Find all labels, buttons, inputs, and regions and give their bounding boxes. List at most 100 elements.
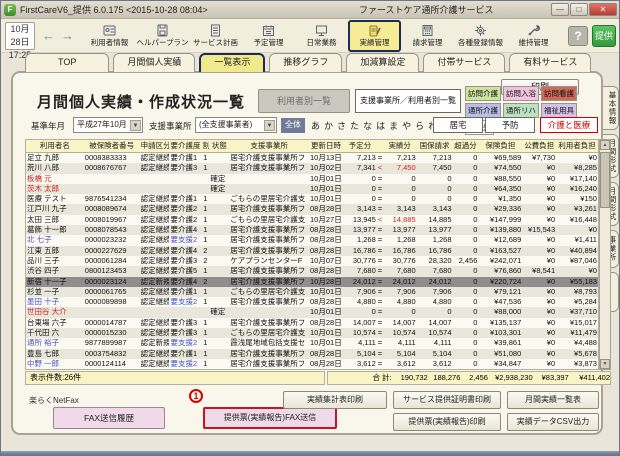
date-time-box: 10月28日 17:25 xyxy=(5,22,35,50)
tab-月間個人実績[interactable]: 月間個人実績 xyxy=(113,53,195,72)
cell-riyosha: ¥55,183 xyxy=(556,277,598,287)
gear-icon xyxy=(474,24,487,37)
scroll-up-icon[interactable]: ▲ xyxy=(600,140,610,150)
side-tab-基本情報[interactable]: 基本情報 xyxy=(602,86,619,130)
base-month-dropdown[interactable]: 平成27年10月 ▼ xyxy=(73,117,143,133)
kana-filter-か[interactable]: か xyxy=(324,119,333,132)
table-row-豊島七郎[interactable]: 豊島 七郎0003754832認定継続要介護11居宅介護支援事業所フ08月28日… xyxy=(26,349,598,359)
back-arrow-icon[interactable]: ← xyxy=(42,21,55,51)
kaigo-iryo-button[interactable]: 介護と医療 xyxy=(540,117,598,133)
kana-filter-や[interactable]: や xyxy=(402,119,411,132)
table-row-茨木太郎[interactable]: 茨木 太郎確定10月01日0=000¥64,350¥0¥16,240 xyxy=(26,184,598,194)
fax-history-button[interactable]: FAX送信履歴 xyxy=(53,407,165,429)
toolbar-button-日常業務[interactable]: 日常業務 xyxy=(295,20,348,52)
help-button[interactable]: ? xyxy=(568,26,588,46)
maximize-button[interactable]: □ xyxy=(570,3,588,16)
kana-filter-さ[interactable]: さ xyxy=(337,119,346,132)
yobo-button[interactable]: 予防 xyxy=(485,117,535,133)
cell-update: 10月01日 xyxy=(309,328,343,338)
cell-office: 居宅介護支援事業所フ xyxy=(229,359,309,369)
cell-kaigo: 要支援2 xyxy=(169,235,201,245)
table-row-台東場六子[interactable]: 台東場 六子0000014787認定継続要介護31居宅介護支援事業所フ08月28… xyxy=(26,318,598,328)
table-row-医療テスト[interactable]: 医療 テスト9876541234認定継続要介護11ごもらの里居宅介護支10月01… xyxy=(26,194,598,204)
fax-send-report-button[interactable]: 提供票(実績報告)FAX送信 xyxy=(203,407,337,429)
table-row-杉並一子[interactable]: 杉並 一子0000061765認定継続要介護11ごもらの里居宅介護支10月01日… xyxy=(26,287,598,297)
table-row-世田谷大介[interactable]: 世田谷 大介確定10月01日0=000¥88,000¥0¥37,710 xyxy=(26,307,598,317)
close-button[interactable]: ✕ xyxy=(589,3,617,16)
column-header-要介護度: 要介護度 xyxy=(169,140,201,152)
table-row-中野一郎[interactable]: 中野 一郎0000124114認定継続要支援21居宅介護支援事業所フ08月28日… xyxy=(26,359,598,369)
kana-filter-あ[interactable]: あ xyxy=(311,119,320,132)
toolbar-button-サービス計画[interactable]: サービス計画 xyxy=(189,20,242,52)
print-summary-button[interactable]: 実績集計表印刷 xyxy=(283,391,387,409)
scroll-down-icon[interactable]: ▼ xyxy=(600,359,610,369)
tab-一覧表示[interactable]: 一覧表示 xyxy=(199,53,265,72)
cell-choka: 0 xyxy=(453,225,479,235)
monthly-list-button[interactable]: 月間実績一覧表 xyxy=(507,391,599,409)
results-icon xyxy=(368,24,381,37)
table-row-千代田六[interactable]: 千代田 六0000015230認定継続要介護31ごもらの里居宅介護支10月01日… xyxy=(26,328,598,338)
print-certificate-button[interactable]: サービス提供証明書印刷 xyxy=(393,391,501,409)
tab-有料サービス[interactable]: 有料サービス xyxy=(509,53,591,72)
tab-TOP[interactable]: TOP xyxy=(25,53,109,72)
forward-arrow-icon[interactable]: → xyxy=(61,21,74,51)
table-row-新宿十一子[interactable]: 新宿 十一子0000023124認定新規要介護42居宅介護支援事業所フ10月28… xyxy=(26,277,598,287)
toolbar-button-label: 各種登録情報 xyxy=(458,37,503,48)
table-row-通所裕子[interactable]: 通所 裕子9877899987認定新規要支援21霞浅尾地域包括支援セ10月01日… xyxy=(26,338,598,348)
kana-filter-ま[interactable]: ま xyxy=(389,119,398,132)
scrollbar-thumb[interactable] xyxy=(600,152,610,208)
table-row-荒川八郎[interactable]: 荒川 八郎0008676767認定継続要介護31居宅介護支援事業所フ10月02日… xyxy=(26,163,598,173)
cell-name: 墨田 十子 xyxy=(26,297,84,307)
table-row-葛飾十一郎[interactable]: 葛飾 十一郎0008078543認定継続要介護41居宅介護支援事業所フ08月28… xyxy=(26,225,598,235)
cell-status xyxy=(209,338,229,348)
cell-actual: 4,111 xyxy=(383,338,417,348)
office-dropdown[interactable]: (全支援事業者) ▼ xyxy=(195,117,277,133)
cell-update: 10月02日 xyxy=(309,163,343,173)
toolbar-button-各種登録情報[interactable]: 各種登録情報 xyxy=(454,20,507,52)
csv-export-button[interactable]: 実績データCSV出力 xyxy=(507,413,599,431)
toolbar-button-利用者情報[interactable]: 利用者情報 xyxy=(83,20,136,52)
filter-all-button[interactable]: 全体 xyxy=(281,118,305,133)
table-row-江東五郎[interactable]: 江東 五郎0000227629認定継続要介護42居宅介護支援事業所フ08月28日… xyxy=(26,246,598,256)
kana-filter-た[interactable]: た xyxy=(350,119,359,132)
cell-update: 08月28日 xyxy=(309,318,343,328)
user-list-button[interactable]: 利用者別一覧 xyxy=(258,89,350,113)
tab-推移グラフ[interactable]: 推移グラフ xyxy=(269,53,342,72)
table-scrollbar[interactable]: ▲ ▼ xyxy=(599,139,611,370)
tab-付帯サービス[interactable]: 付帯サービス xyxy=(423,53,505,72)
wrench-icon xyxy=(527,24,540,37)
kyotaku-button[interactable]: 居宅 xyxy=(433,117,483,133)
toolbar-button-請求管理[interactable]: 請求管理 xyxy=(401,20,454,52)
print-report-button[interactable]: 提供票(実績報告)印刷 xyxy=(393,413,501,431)
kana-filter-な[interactable]: な xyxy=(363,119,372,132)
provide-button[interactable]: 提供 xyxy=(592,25,616,47)
toolbar-button-維持管理[interactable]: 維持管理 xyxy=(507,20,560,52)
kana-filter-は[interactable]: は xyxy=(376,119,385,132)
table-row-江戸川九子[interactable]: 江戸川 九子0008089674認定継続要介護21居宅介護支援事業所フ08月28… xyxy=(26,204,598,214)
table-row-足立九郎[interactable]: 足立 九郎0008383333認定継続要介護11居宅介護支援事業所フ10月13日… xyxy=(26,153,598,163)
cell-status xyxy=(209,256,229,266)
cell-choka: 0 xyxy=(453,194,479,204)
toolbar-button-実績管理[interactable]: 実績管理 xyxy=(348,20,401,52)
tab-加減算設定[interactable]: 加減算設定 xyxy=(346,53,419,72)
cell-wari: 1 xyxy=(201,349,209,359)
cell-kohi: ¥15,543 xyxy=(522,225,556,235)
toolbar-button-ヘルパープラン[interactable]: ヘルパープラン xyxy=(136,20,189,52)
minimize-button[interactable]: — xyxy=(551,3,569,16)
table-row-板橋元[interactable]: 板橋 元確定10月01日0=000¥88,550¥0¥17,140 xyxy=(26,174,598,184)
cell-office: 霞浅尾地域包括支援セ xyxy=(229,338,309,348)
table-row-品川三子[interactable]: 品川 三子0000061284認定継続要介護32ケアプランセンターF10月07日… xyxy=(26,256,598,266)
cell-shinsei: 認定継続 xyxy=(140,297,170,307)
office-user-list-button[interactable]: 支援事業所／利用者別一覧 xyxy=(355,89,461,113)
cell-shinsei xyxy=(140,184,170,194)
cell-riyosha: ¥1,411 xyxy=(556,235,598,245)
kana-filter-ら[interactable]: ら xyxy=(415,119,424,132)
toolbar-button-予定管理[interactable]: 予定管理 xyxy=(242,20,295,52)
table-row-北七子[interactable]: 北 七子0000023232認定継続要支援21居宅介護支援事業所フ08月28日1… xyxy=(26,235,598,245)
cell-ins_no: 0800123453 xyxy=(84,266,140,276)
cell-status xyxy=(209,215,229,225)
cell-hoken: ¥88,550 xyxy=(478,174,522,184)
table-row-渋谷四子[interactable]: 渋谷 四子0800123453認定継続要介護51居宅介護支援事業所フ08月28日… xyxy=(26,266,598,276)
table-row-太田三郎[interactable]: 太田 三郎0008019967認定継続要介護21ごもらの里居宅介護支10月27日… xyxy=(26,215,598,225)
table-row-墨田十子[interactable]: 墨田 十子0000089898認定継続要支援21居宅介護支援事業所フ08月28日… xyxy=(26,297,598,307)
